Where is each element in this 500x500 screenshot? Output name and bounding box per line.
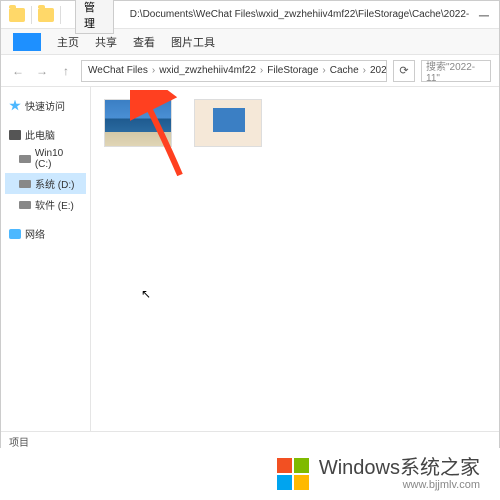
navigation-pane: 快速访问 此电脑 Win10 (C:) 系统 (D:) 软件 (E:)	[1, 87, 91, 431]
file-list[interactable]: ↖	[91, 87, 499, 431]
tab-home[interactable]: 主页	[57, 34, 79, 50]
windows-logo-icon	[277, 458, 309, 490]
file-item[interactable]	[103, 99, 173, 163]
sidebar-label: 网络	[25, 226, 45, 241]
thumbnail-image	[194, 99, 262, 147]
file-item[interactable]	[193, 99, 263, 163]
separator	[60, 6, 61, 24]
up-button[interactable]: ↑	[57, 62, 75, 80]
network-icon	[9, 229, 21, 239]
sidebar-label: 系统 (D:)	[35, 176, 74, 191]
status-bar: 项目	[1, 431, 499, 449]
forward-button[interactable]: →	[33, 62, 51, 80]
sidebar-label: 快速访问	[25, 98, 65, 113]
file-menu[interactable]	[13, 33, 41, 51]
sidebar-drive-c[interactable]: Win10 (C:)	[5, 145, 86, 173]
tab-picture-tools[interactable]: 图片工具	[171, 34, 215, 50]
ribbon-tabs: 主页 共享 查看 图片工具	[1, 29, 499, 55]
refresh-button[interactable]: ⟳	[393, 60, 415, 82]
back-button[interactable]: ←	[9, 62, 27, 80]
content-area: 快速访问 此电脑 Win10 (C:) 系统 (D:) 软件 (E:)	[1, 87, 499, 431]
watermark-url: www.bjjmlv.com	[319, 479, 480, 491]
watermark-title: Windows系统之家	[319, 457, 480, 479]
sidebar-label: Win10 (C:)	[35, 148, 82, 170]
tab-share[interactable]: 共享	[95, 34, 117, 50]
pc-icon	[9, 130, 21, 140]
search-input[interactable]: 搜索"2022-11"	[421, 60, 491, 82]
cursor-icon: ↖	[141, 287, 151, 301]
sidebar-this-pc[interactable]: 此电脑	[5, 124, 86, 145]
sidebar-label: 软件 (E:)	[35, 197, 74, 212]
breadcrumb-part[interactable]: wxid_zwzhehiiv4mf22	[159, 65, 256, 76]
folder-icon	[38, 8, 54, 22]
minimize-button[interactable]: ─	[469, 7, 499, 23]
chevron-right-icon: ›	[260, 65, 263, 76]
sidebar-quick-access[interactable]: 快速访问	[5, 95, 86, 116]
breadcrumb-part[interactable]: FileStorage	[267, 65, 318, 76]
tab-view[interactable]: 查看	[133, 34, 155, 50]
breadcrumb-part[interactable]: WeChat Files	[88, 65, 148, 76]
thumbnail-image	[104, 99, 172, 147]
breadcrumb-part[interactable]: 2022-11	[370, 65, 387, 76]
search-placeholder: 搜索"2022-11"	[426, 58, 486, 84]
sidebar-drive-d[interactable]: 系统 (D:)	[5, 173, 86, 194]
titlebar: 管理 D:\Documents\WeChat Files\wxid_zwzheh…	[1, 1, 499, 29]
disk-icon	[19, 201, 31, 209]
chevron-right-icon: ›	[322, 65, 325, 76]
disk-icon	[19, 180, 31, 188]
breadcrumb[interactable]: WeChat Files › wxid_zwzhehiiv4mf22 › Fil…	[81, 60, 387, 82]
contextual-tab[interactable]: 管理	[75, 0, 114, 34]
watermark: Windows系统之家 www.bjjmlv.com	[0, 448, 500, 500]
chevron-right-icon: ›	[363, 65, 366, 76]
folder-app-icon	[9, 8, 25, 22]
separator	[31, 6, 32, 24]
star-icon	[9, 100, 21, 112]
disk-icon	[19, 155, 31, 163]
sidebar-label: 此电脑	[25, 127, 55, 142]
breadcrumb-part[interactable]: Cache	[330, 65, 359, 76]
explorer-window: 管理 D:\Documents\WeChat Files\wxid_zwzheh…	[0, 0, 500, 450]
sidebar-drive-e[interactable]: 软件 (E:)	[5, 194, 86, 215]
sidebar-network[interactable]: 网络	[5, 223, 86, 244]
window-title-path: D:\Documents\WeChat Files\wxid_zwzhehiiv…	[120, 9, 469, 20]
navigation-bar: ← → ↑ WeChat Files › wxid_zwzhehiiv4mf22…	[1, 55, 499, 87]
chevron-right-icon: ›	[152, 65, 155, 76]
